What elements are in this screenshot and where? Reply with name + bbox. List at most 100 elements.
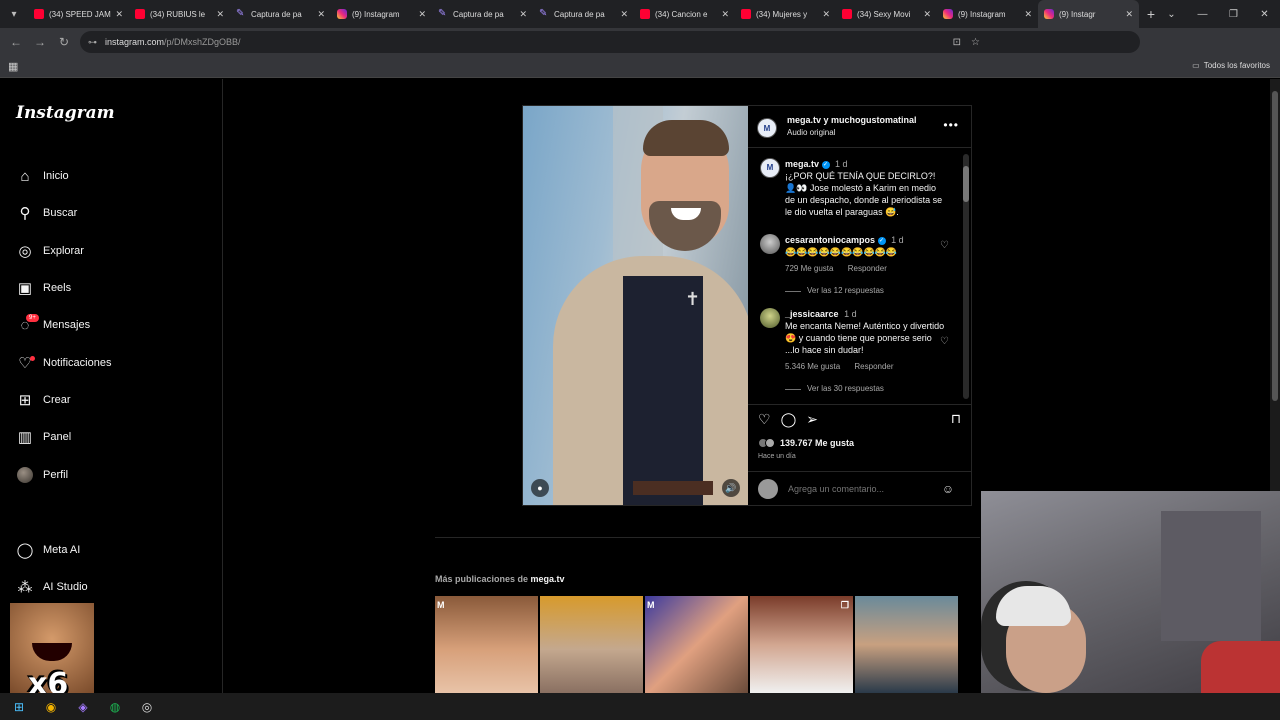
emoji-icon[interactable]: ☺ xyxy=(939,482,957,496)
nav-item-panel[interactable]: ▥ Panel xyxy=(16,425,71,449)
apps-grid-icon[interactable]: ▦ xyxy=(8,60,18,73)
nav-item-inicio[interactable]: ⌂ Inicio xyxy=(16,164,68,188)
nav-item-ai-studio[interactable]: ⁂ AI Studio xyxy=(16,575,88,599)
tagged-user-icon[interactable]: ● xyxy=(531,479,549,497)
share-icon[interactable]: ➢ xyxy=(806,411,818,428)
close-tab-icon[interactable]: ✕ xyxy=(721,9,729,20)
restore-button[interactable]: ❐ xyxy=(1218,0,1249,28)
author-avatar[interactable]: M xyxy=(757,118,777,138)
comment-like-icon[interactable]: ♡ xyxy=(940,336,949,348)
comment-avatar[interactable] xyxy=(760,234,780,254)
post-thumbnail[interactable]: M xyxy=(645,596,748,693)
close-tab-icon[interactable]: ✕ xyxy=(923,9,931,20)
windows-start-icon[interactable]: ⊞ xyxy=(8,696,30,718)
reply-button[interactable]: Responder xyxy=(848,264,887,273)
save-icon[interactable]: ⊓ xyxy=(951,411,961,427)
meme-overlay: x6 xyxy=(10,603,94,693)
spotify-icon[interactable]: ◍ xyxy=(104,696,126,718)
chrome-icon[interactable]: ◉ xyxy=(40,696,62,718)
browser-tab[interactable]: (34) Mujeres y ✕ xyxy=(735,0,836,28)
nav-item-explorar[interactable]: ◎ Explorar xyxy=(16,239,84,263)
nav-item-mensajes[interactable]: ◌ 9+ Mensajes xyxy=(16,313,90,337)
nav-label: AI Studio xyxy=(43,581,88,593)
nav-item-notificaciones[interactable]: ♡ Notificaciones xyxy=(16,351,111,375)
close-tab-icon[interactable]: ✕ xyxy=(822,9,830,20)
comment-icon[interactable]: ◯ xyxy=(781,411,797,428)
site-info-icon[interactable]: ⊶ xyxy=(88,37,97,48)
close-tab-icon[interactable]: ✕ xyxy=(317,9,325,20)
reply-button[interactable]: Responder xyxy=(854,362,893,371)
instagram-logo[interactable]: Instagram xyxy=(16,103,115,123)
browser-tab[interactable]: ✎ Captura de pa ✕ xyxy=(432,0,533,28)
tab-search-button[interactable]: ▾ xyxy=(0,9,28,20)
comment-time: 1 d xyxy=(891,235,904,245)
close-window-button[interactable]: ✕ xyxy=(1249,0,1280,28)
caption-username[interactable]: mega.tv xyxy=(785,159,819,169)
nav-item-perfil[interactable]: Perfil xyxy=(16,463,68,487)
comment-input[interactable] xyxy=(788,484,939,494)
close-tab-icon[interactable]: ✕ xyxy=(1024,9,1032,20)
more-options-icon[interactable]: ••• xyxy=(943,118,959,132)
view-replies-button[interactable]: Ver las 30 respuestas xyxy=(785,383,945,395)
url-host: instagram.com xyxy=(105,37,165,47)
browser-tab[interactable]: (34) RUBIUS le ✕ xyxy=(129,0,230,28)
more-posts-prefix: Más publicaciones de xyxy=(435,574,529,584)
browser-tab[interactable]: ✎ Captura de pa ✕ xyxy=(533,0,634,28)
close-tab-icon[interactable]: ✕ xyxy=(115,9,123,20)
bookmarks-bar: ▦ ▭ Todos los favoritos xyxy=(0,56,1280,78)
close-tab-icon[interactable]: ✕ xyxy=(620,9,628,20)
browser-tab[interactable]: (9) Instagr ✕ xyxy=(1038,0,1139,28)
comment-avatar[interactable] xyxy=(760,308,780,328)
comment-username[interactable]: _jessicaarce xyxy=(785,309,839,319)
browser-tab[interactable]: ✎ Captura de pa ✕ xyxy=(230,0,331,28)
obs-icon[interactable]: ◎ xyxy=(136,696,158,718)
comments-scrollbar[interactable] xyxy=(963,154,969,399)
nav-item-meta-ai[interactable]: ◯ Meta AI xyxy=(16,538,81,562)
scrollbar-thumb[interactable] xyxy=(963,166,969,202)
more-posts-user[interactable]: mega.tv xyxy=(531,574,565,584)
nav-item-crear[interactable]: ⊞ Crear xyxy=(16,388,71,412)
post-thumbnail[interactable] xyxy=(540,596,643,693)
page-scrollbar-thumb[interactable] xyxy=(1272,91,1278,401)
close-tab-icon[interactable]: ✕ xyxy=(418,9,426,20)
close-tab-icon[interactable]: ✕ xyxy=(1125,9,1133,20)
minimize-button[interactable]: — xyxy=(1187,0,1218,28)
browser-tab[interactable]: (34) Cancion e ✕ xyxy=(634,0,735,28)
post-authors[interactable]: mega.tv y muchogustomatinal xyxy=(787,115,917,125)
close-tab-icon[interactable]: ✕ xyxy=(216,9,224,20)
comment-likes[interactable]: 729 Me gusta xyxy=(785,264,833,273)
install-app-icon[interactable]: ⊡ xyxy=(953,37,961,48)
back-button[interactable]: ← xyxy=(4,35,28,49)
browser-tab[interactable]: (34) SPEED JAM ✕ xyxy=(28,0,129,28)
comment-likes[interactable]: 5.346 Me gusta xyxy=(785,362,840,371)
caption-avatar[interactable]: M xyxy=(760,158,780,178)
comment-username[interactable]: cesarantoniocampos xyxy=(785,235,875,245)
post-thumbnail[interactable]: M xyxy=(435,596,538,693)
forward-button[interactable]: → xyxy=(28,35,52,49)
browser-tab[interactable]: (9) Instagram ✕ xyxy=(331,0,432,28)
reel-video[interactable]: ✝ ● 🔊 xyxy=(523,106,748,505)
nav-item-reels[interactable]: ▣ Reels xyxy=(16,276,71,300)
dropdown-icon[interactable]: ⌄ xyxy=(1156,0,1187,28)
nav-item-buscar[interactable]: ⚲ Buscar xyxy=(16,201,78,225)
audio-icon[interactable]: 🔊 xyxy=(722,479,740,497)
browser-tab[interactable]: (34) Sexy Movi ✕ xyxy=(836,0,937,28)
view-replies-button[interactable]: Ver las 12 respuestas xyxy=(785,285,945,297)
nav-label: Crear xyxy=(43,394,71,406)
post-thumbnail[interactable]: ❐ xyxy=(750,596,853,693)
like-icon[interactable]: ♡ xyxy=(758,411,771,428)
address-bar[interactable]: ⊶ instagram.com/p/DMxshZDgOBB/ ⊡ ☆ xyxy=(80,31,1140,53)
bookmark-star-icon[interactable]: ☆ xyxy=(971,37,980,48)
all-bookmarks-button[interactable]: ▭ Todos los favoritos xyxy=(1192,61,1270,70)
mega-logo-icon: M xyxy=(437,600,445,610)
comment-meta: 5.346 Me gusta Responder xyxy=(785,361,945,373)
app-icon[interactable]: ◈ xyxy=(72,696,94,718)
like-count[interactable]: 139.767 Me gusta xyxy=(758,438,854,448)
comment-like-icon[interactable]: ♡ xyxy=(940,240,949,252)
post-thumbnail[interactable] xyxy=(855,596,958,693)
caption-time: 1 d xyxy=(835,159,848,169)
close-tab-icon[interactable]: ✕ xyxy=(519,9,527,20)
reload-button[interactable]: ↻ xyxy=(52,35,76,49)
browser-tab[interactable]: (9) Instagram ✕ xyxy=(937,0,1038,28)
audio-link[interactable]: Audio original xyxy=(787,128,835,137)
